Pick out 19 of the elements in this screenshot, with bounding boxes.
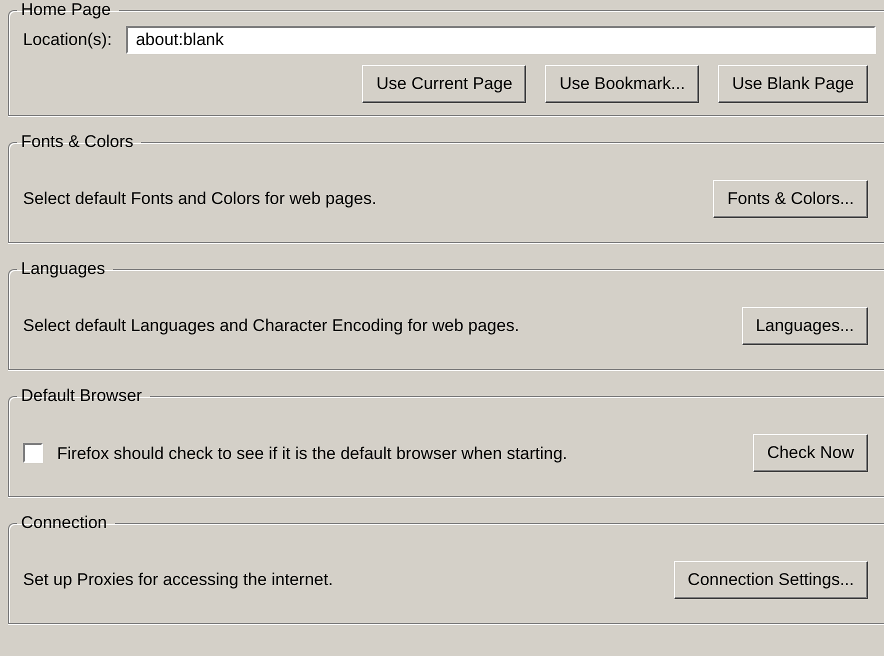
settings-button[interactable]: Connection Settings... (674, 561, 868, 599)
group-title: Fonts & Colors (20, 132, 134, 152)
location-label: Location(s): (23, 30, 112, 50)
description: Set up Proxies for accessing the internet. (23, 570, 334, 590)
settings-button[interactable]: Check Now (753, 434, 868, 472)
settings-button[interactable]: Languages... (742, 307, 868, 345)
home-page-button[interactable]: Use Bookmark... (545, 65, 700, 103)
group-title: Connection (20, 513, 108, 533)
home-page-button[interactable]: Use Blank Page (718, 65, 868, 103)
checkbox[interactable] (23, 443, 43, 463)
settings-button[interactable]: Fonts & Colors... (713, 180, 868, 218)
checkbox-label: Firefox should check to see if it is the default browser when starting. (57, 442, 568, 464)
group-title: Home Page (20, 0, 112, 20)
group-title: Default Browser (20, 386, 143, 406)
location-field[interactable]: about:blank (126, 26, 876, 54)
home-page-button[interactable]: Use Current Page (362, 65, 526, 103)
description: Select default Languages and Character Encoding for web pages. (23, 316, 520, 336)
description: Select default Fonts and Colors for web pages. (23, 189, 378, 209)
group-title: Languages (20, 259, 106, 279)
